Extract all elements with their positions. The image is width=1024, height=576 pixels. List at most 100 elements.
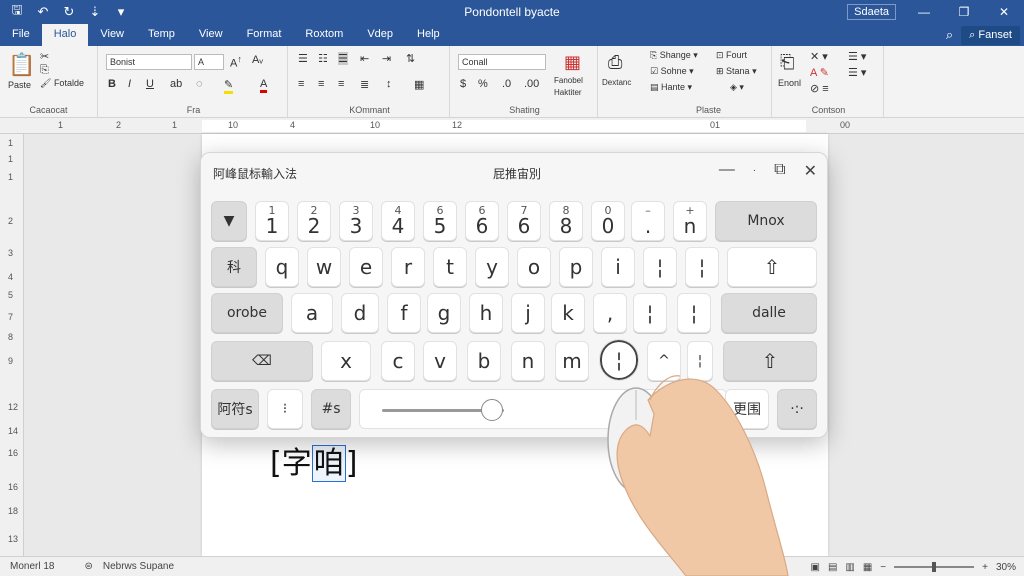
close-button[interactable]: ✕ (984, 5, 1024, 19)
key-3[interactable]: 33 (339, 201, 373, 241)
key-i[interactable]: i (601, 247, 635, 287)
key-7[interactable]: 76 (507, 201, 541, 241)
key-4[interactable]: 44 (381, 201, 415, 241)
key-h[interactable]: h (469, 293, 503, 333)
key-symbols[interactable]: 阿符s (211, 389, 259, 429)
focus-mode-icon[interactable]: ▣ (810, 562, 819, 573)
key-hash[interactable]: #s (311, 389, 351, 429)
style-select[interactable]: Conall (458, 54, 546, 70)
tool-list-icon[interactable]: ☰ ▾ (848, 50, 866, 63)
tool-a-icon[interactable]: A ✎ (810, 66, 829, 79)
tab-temp[interactable]: Temp (136, 24, 187, 46)
decrease-indent-icon[interactable]: ⇤ (360, 52, 369, 65)
key-g[interactable]: g (427, 293, 461, 333)
font-name-box[interactable]: Bonist (106, 54, 192, 70)
document-text[interactable]: [字咱] (270, 438, 357, 482)
cut-icon[interactable]: ✂ (40, 50, 49, 63)
vertical-ruler[interactable]: 1 1 1 2 3 4 5 7 8 9 12 14 16 16 18 13 (0, 134, 24, 556)
keyboard-minimize-icon[interactable]: — (719, 161, 735, 181)
key-6[interactable]: 66 (465, 201, 499, 241)
key-e[interactable]: e (349, 247, 383, 287)
key-m[interactable]: m (555, 341, 589, 381)
key-bracket-left[interactable]: ¦ (643, 247, 677, 287)
save-icon[interactable]: 🖫 (10, 1, 24, 23)
key-c[interactable]: c (381, 341, 415, 381)
tab-home[interactable]: Halo (41, 24, 89, 46)
underline-button[interactable]: U (146, 78, 154, 90)
key-x[interactable]: x (321, 341, 371, 381)
percent-icon[interactable]: % (478, 78, 488, 90)
key-y[interactable]: y (475, 247, 509, 287)
more-icon[interactable]: ▾ (114, 4, 128, 20)
key-0[interactable]: 00 (591, 201, 625, 241)
customize-icon[interactable]: ⇣ (88, 4, 102, 20)
numbering-icon[interactable]: ☷ (318, 52, 328, 65)
key-caps[interactable]: ⇧ (727, 247, 817, 287)
grow-font-icon[interactable]: A↑ (230, 54, 242, 70)
read-mode-icon[interactable]: ▤ (828, 562, 837, 573)
key-minus[interactable]: –. (631, 201, 665, 241)
account-button[interactable]: Sdaeta (847, 4, 896, 20)
search-icon[interactable]: ⌕ (946, 27, 953, 43)
key-j[interactable]: j (511, 293, 545, 333)
key-8[interactable]: 88 (549, 201, 583, 241)
key-f[interactable]: f (387, 293, 421, 333)
increase-indent-icon[interactable]: ⇥ (382, 52, 391, 65)
key-bracket-right[interactable]: ¦ (685, 247, 719, 287)
bullets-icon[interactable]: ☰ (298, 52, 308, 65)
shading-icon[interactable]: ▦ (414, 78, 424, 91)
font-size-box[interactable]: A (194, 54, 224, 70)
tab-file[interactable]: File (0, 24, 42, 46)
tab-help[interactable]: Help (405, 24, 452, 46)
align-right-icon[interactable]: ≡ (338, 78, 344, 90)
italic-button[interactable]: I (128, 78, 131, 90)
style-btn-1[interactable]: Fanobel (554, 76, 583, 85)
key-mnox[interactable]: Mnox (715, 201, 817, 241)
dextanc-button[interactable]: Dextanc (602, 78, 631, 87)
zoom-slider[interactable] (894, 562, 975, 572)
zoom-thumb[interactable] (932, 562, 937, 572)
keyboard-mode[interactable]: 屁推宙別 (493, 165, 541, 182)
zoom-level[interactable]: 30% (996, 562, 1016, 573)
word-count[interactable]: Nebrws Supane (103, 561, 174, 572)
paste-button[interactable]: Paste (8, 80, 31, 90)
horizontal-ruler[interactable]: 1 2 1 10 4 10 12 01 00 (0, 118, 1024, 134)
paste-icon[interactable]: 📋 (8, 52, 35, 78)
dollar-icon[interactable]: $ (460, 78, 466, 90)
key-q[interactable]: q (265, 247, 299, 287)
key-tab[interactable]: 科 (211, 247, 257, 287)
tab-format[interactable]: Format (235, 24, 294, 46)
line-spacing-icon[interactable]: ↕ (386, 78, 392, 90)
zoom-out-icon[interactable]: − (880, 562, 886, 573)
bold-button[interactable]: B (108, 78, 116, 90)
tool-x-icon[interactable]: ✕ ▾ (810, 50, 828, 63)
print-layout-icon[interactable]: ▥ (845, 562, 854, 573)
editing-btn-2[interactable]: ☑ Sohne ▾ (650, 66, 694, 77)
key-delete[interactable]: dalle (721, 293, 817, 333)
tell-me-search[interactable]: ⌕ Fanset (961, 25, 1020, 45)
align-center-icon[interactable]: ≡ (318, 78, 324, 90)
copy-icon[interactable]: ⎘ (40, 64, 49, 77)
maximize-button[interactable]: ❐ (944, 5, 984, 19)
redo-icon[interactable]: ↻ (62, 4, 76, 20)
strikethrough-icon[interactable]: ab (170, 78, 182, 90)
key-dropdown[interactable]: ▼ (211, 201, 247, 241)
keyboard-restore-icon[interactable]: ⧉ (774, 161, 785, 181)
editing-btn-1[interactable]: ⎘ Shange ▾ (650, 50, 698, 61)
key-1[interactable]: 11 (255, 201, 289, 241)
keyboard-close-icon[interactable]: ✕ (804, 161, 817, 181)
key-dots[interactable]: ⁝ (267, 389, 303, 429)
tool-tag-icon[interactable]: ⊘ ≡ (810, 82, 829, 95)
editing-btn-6[interactable]: ◈ ▾ (730, 82, 744, 93)
key-comma[interactable]: , (593, 293, 627, 333)
key-o[interactable]: o (517, 247, 551, 287)
keyboard-dot-icon[interactable]: · (753, 161, 756, 181)
highlight-icon[interactable]: ✎ (224, 78, 234, 94)
tool-list2-icon[interactable]: ☰ ▾ (848, 66, 866, 79)
key-plus[interactable]: + n (673, 201, 707, 241)
zoom-in-icon[interactable]: + (982, 562, 988, 573)
key-backspace[interactable]: ⌫ (211, 341, 313, 381)
shrink-font-icon[interactable]: Aᵥ (252, 54, 263, 66)
font-color-icon[interactable]: A (260, 78, 268, 93)
decimal-2-icon[interactable]: .00 (524, 78, 539, 90)
